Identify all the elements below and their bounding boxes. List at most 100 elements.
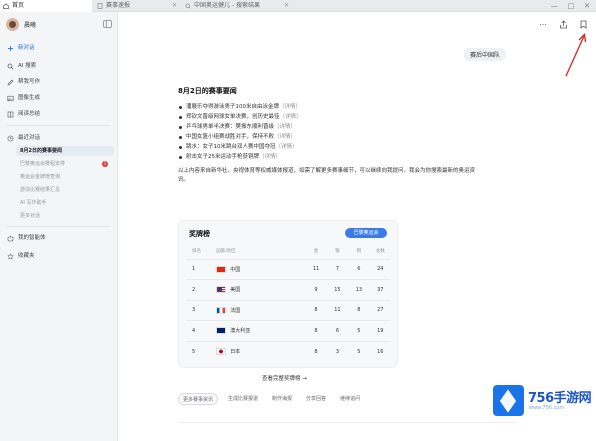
- medal-table-card: 奖牌榜 巴黎奥运会 排名 国家/地区 金 银 铜 总数 1 中国 11 7 6 …: [178, 220, 398, 368]
- silver-cell: 3: [326, 340, 349, 362]
- citation-link[interactable]: （详情）: [279, 104, 301, 110]
- rank-cell: 3: [187, 299, 217, 321]
- sidebar-item-label: 我的智能体: [18, 235, 46, 241]
- close-icon[interactable]: ✕: [172, 0, 177, 12]
- generate-report-button[interactable]: 生成比赛报道: [224, 393, 262, 405]
- close-button[interactable]: ✕: [584, 0, 590, 12]
- image-icon: [7, 95, 14, 102]
- answer-paragraph: 以上内容来自新华社、央视体育等权威媒体报道，如需了解更多赛事细节，可以继续向我提…: [178, 168, 476, 183]
- sidebar-item-label: 收藏夹: [18, 253, 35, 259]
- silver-cell: 7: [326, 258, 349, 280]
- profile[interactable]: 晨曦: [6, 18, 112, 32]
- recent-chat-label: 奥运会金牌榜查询: [20, 174, 61, 180]
- france-flag-icon: [216, 306, 227, 314]
- rank-cell: 2: [187, 279, 217, 300]
- bronze-cell: 8: [348, 299, 370, 321]
- rank-cell: 5: [187, 340, 217, 362]
- sidebar-item-ai-search[interactable]: AI 搜索: [4, 60, 114, 73]
- composer-divider: [178, 422, 518, 436]
- robot-icon: [7, 235, 14, 242]
- table-header: 排名 国家/地区 金 银 铜 总数: [187, 243, 391, 259]
- recent-chat-more[interactable]: 更多对话: [16, 211, 114, 221]
- news-text: 中国女篮小组赛战胜对手，保持不败: [186, 134, 275, 140]
- recent-chat-item[interactable]: 游泳比赛结果汇总: [16, 185, 114, 195]
- bronze-cell: 5: [348, 320, 370, 341]
- search-icon: [7, 63, 14, 70]
- share-icon[interactable]: [558, 20, 568, 30]
- sidebar-item-agents[interactable]: 我的智能体: [4, 232, 114, 245]
- recent-chat-item[interactable]: 巴黎奥运会赛程安排 1: [16, 159, 114, 169]
- watermark-brand: 756手游网: [528, 391, 592, 406]
- search-icon: [185, 3, 191, 9]
- recent-chat-label: 更多对话: [20, 213, 41, 219]
- country-cell: 日本: [216, 340, 306, 362]
- country-name: 美国: [230, 287, 241, 294]
- medal-table-title: 奖牌榜: [189, 230, 210, 238]
- sidebar-item-reading[interactable]: 阅读总结: [4, 108, 114, 121]
- rank-cell: 1: [187, 258, 217, 280]
- sidebar-item-label: AI 搜索: [18, 63, 37, 69]
- sidebar-item-image[interactable]: 图像生成: [4, 92, 114, 105]
- bookmark-icon[interactable]: [578, 20, 588, 30]
- silver-cell: 6: [326, 320, 349, 341]
- view-full-medal-table-link[interactable]: 查看完整奖牌榜 →: [262, 374, 307, 382]
- answer-heading: 8月2日的赛事要闻: [178, 87, 237, 95]
- sidebar-item-writing[interactable]: 帮我写作: [4, 76, 114, 89]
- recent-chat-item[interactable]: 8月2日的赛事要闻: [16, 146, 114, 156]
- follow-up-actions: 更多赛事资讯 生成比赛报道 制作海报 分享回答 继续追问: [178, 393, 364, 405]
- citation-link[interactable]: （详情）: [259, 154, 281, 160]
- clock-icon: [7, 135, 14, 142]
- silver-cell: 11: [326, 299, 349, 321]
- more-news-button[interactable]: 更多赛事资讯: [178, 393, 219, 405]
- sidebar-divider: [6, 226, 110, 227]
- sidebar-collapse-icon[interactable]: [103, 20, 112, 28]
- citation-link[interactable]: （详情）: [274, 124, 296, 130]
- tab-search[interactable]: 中国奥运健儿 - 搜索结果 ✕: [182, 0, 292, 12]
- avatar[interactable]: [6, 18, 19, 31]
- news-text: 潘展乐夺得游泳男子100米自由泳金牌: [186, 104, 279, 110]
- doc-icon: [97, 3, 103, 9]
- follow-up-button[interactable]: 继续追问: [336, 393, 364, 405]
- bronze-cell: 13: [348, 279, 370, 300]
- news-item: 跳水：女子10米跳台双人赛中国夺冠（详情）: [178, 142, 478, 152]
- share-answer-button[interactable]: 分享回答: [302, 393, 330, 405]
- recent-chat-item[interactable]: 奥运会金牌榜查询: [16, 172, 114, 182]
- total-cell: 16: [369, 340, 391, 362]
- citation-link[interactable]: （详情）: [280, 114, 302, 120]
- gold-cell: 8: [305, 320, 327, 341]
- more-icon[interactable]: ⋯: [538, 20, 548, 30]
- watermark-logo: 756手游网 www.756.com: [493, 385, 593, 419]
- news-item: 中国女篮小组赛战胜对手，保持不败（详情）: [178, 132, 478, 142]
- tab-news[interactable]: 赛事速报 ✕: [94, 0, 180, 12]
- maximize-button[interactable]: □: [568, 0, 575, 12]
- sidebar-item-label: 图像生成: [18, 95, 41, 101]
- country-cell: 澳大利亚: [216, 320, 306, 341]
- table-row: 4 澳大利亚 8 6 5 19: [187, 320, 391, 341]
- event-badge[interactable]: 巴黎奥运会: [345, 228, 387, 238]
- tab-label: 首页: [12, 2, 25, 9]
- total-cell: 37: [369, 279, 391, 300]
- country-name: 澳大利亚: [230, 328, 251, 335]
- browser-tab-bar: 首页 赛事速报 ✕ 中国奥运健儿 - 搜索结果 ✕ — □ ✕: [0, 0, 596, 12]
- tab-home[interactable]: 首页: [0, 0, 92, 12]
- book-icon: [7, 111, 14, 118]
- minimize-button[interactable]: —: [551, 0, 558, 12]
- close-icon[interactable]: ✕: [284, 0, 289, 12]
- news-list: 潘展乐夺得游泳男子100米自由泳金牌（详情） 郑钦文晋级网球女单决赛，创历史最佳…: [178, 102, 478, 162]
- sidebar-item-new-chat[interactable]: 新对话: [4, 42, 114, 55]
- sidebar-item-recent[interactable]: 最近对话: [4, 132, 114, 145]
- tab-label: 中国奥运健儿 - 搜索结果: [194, 2, 260, 9]
- china-flag-icon: [216, 265, 227, 273]
- sidebar-item-label: 新对话: [18, 45, 35, 51]
- sidebar-item-favorites[interactable]: 收藏夹: [4, 250, 114, 263]
- citation-link[interactable]: （详情）: [276, 144, 298, 150]
- australia-flag-icon: [216, 327, 227, 335]
- make-poster-button[interactable]: 制作海报: [268, 393, 296, 405]
- plus-icon: [8, 46, 13, 51]
- citation-link[interactable]: （详情）: [274, 134, 296, 140]
- assistant-answer: 8月2日的赛事要闻 潘展乐夺得游泳男子100米自由泳金牌（详情） 郑钦文晋级网球…: [178, 86, 478, 185]
- user-message: 赛后中国队: [464, 48, 507, 61]
- recent-chat-item[interactable]: AI 写作助手: [16, 198, 114, 208]
- news-item: 郑钦文晋级网球女单决赛，创历史最佳（详情）: [178, 112, 478, 122]
- cube-logo-icon: [493, 385, 524, 416]
